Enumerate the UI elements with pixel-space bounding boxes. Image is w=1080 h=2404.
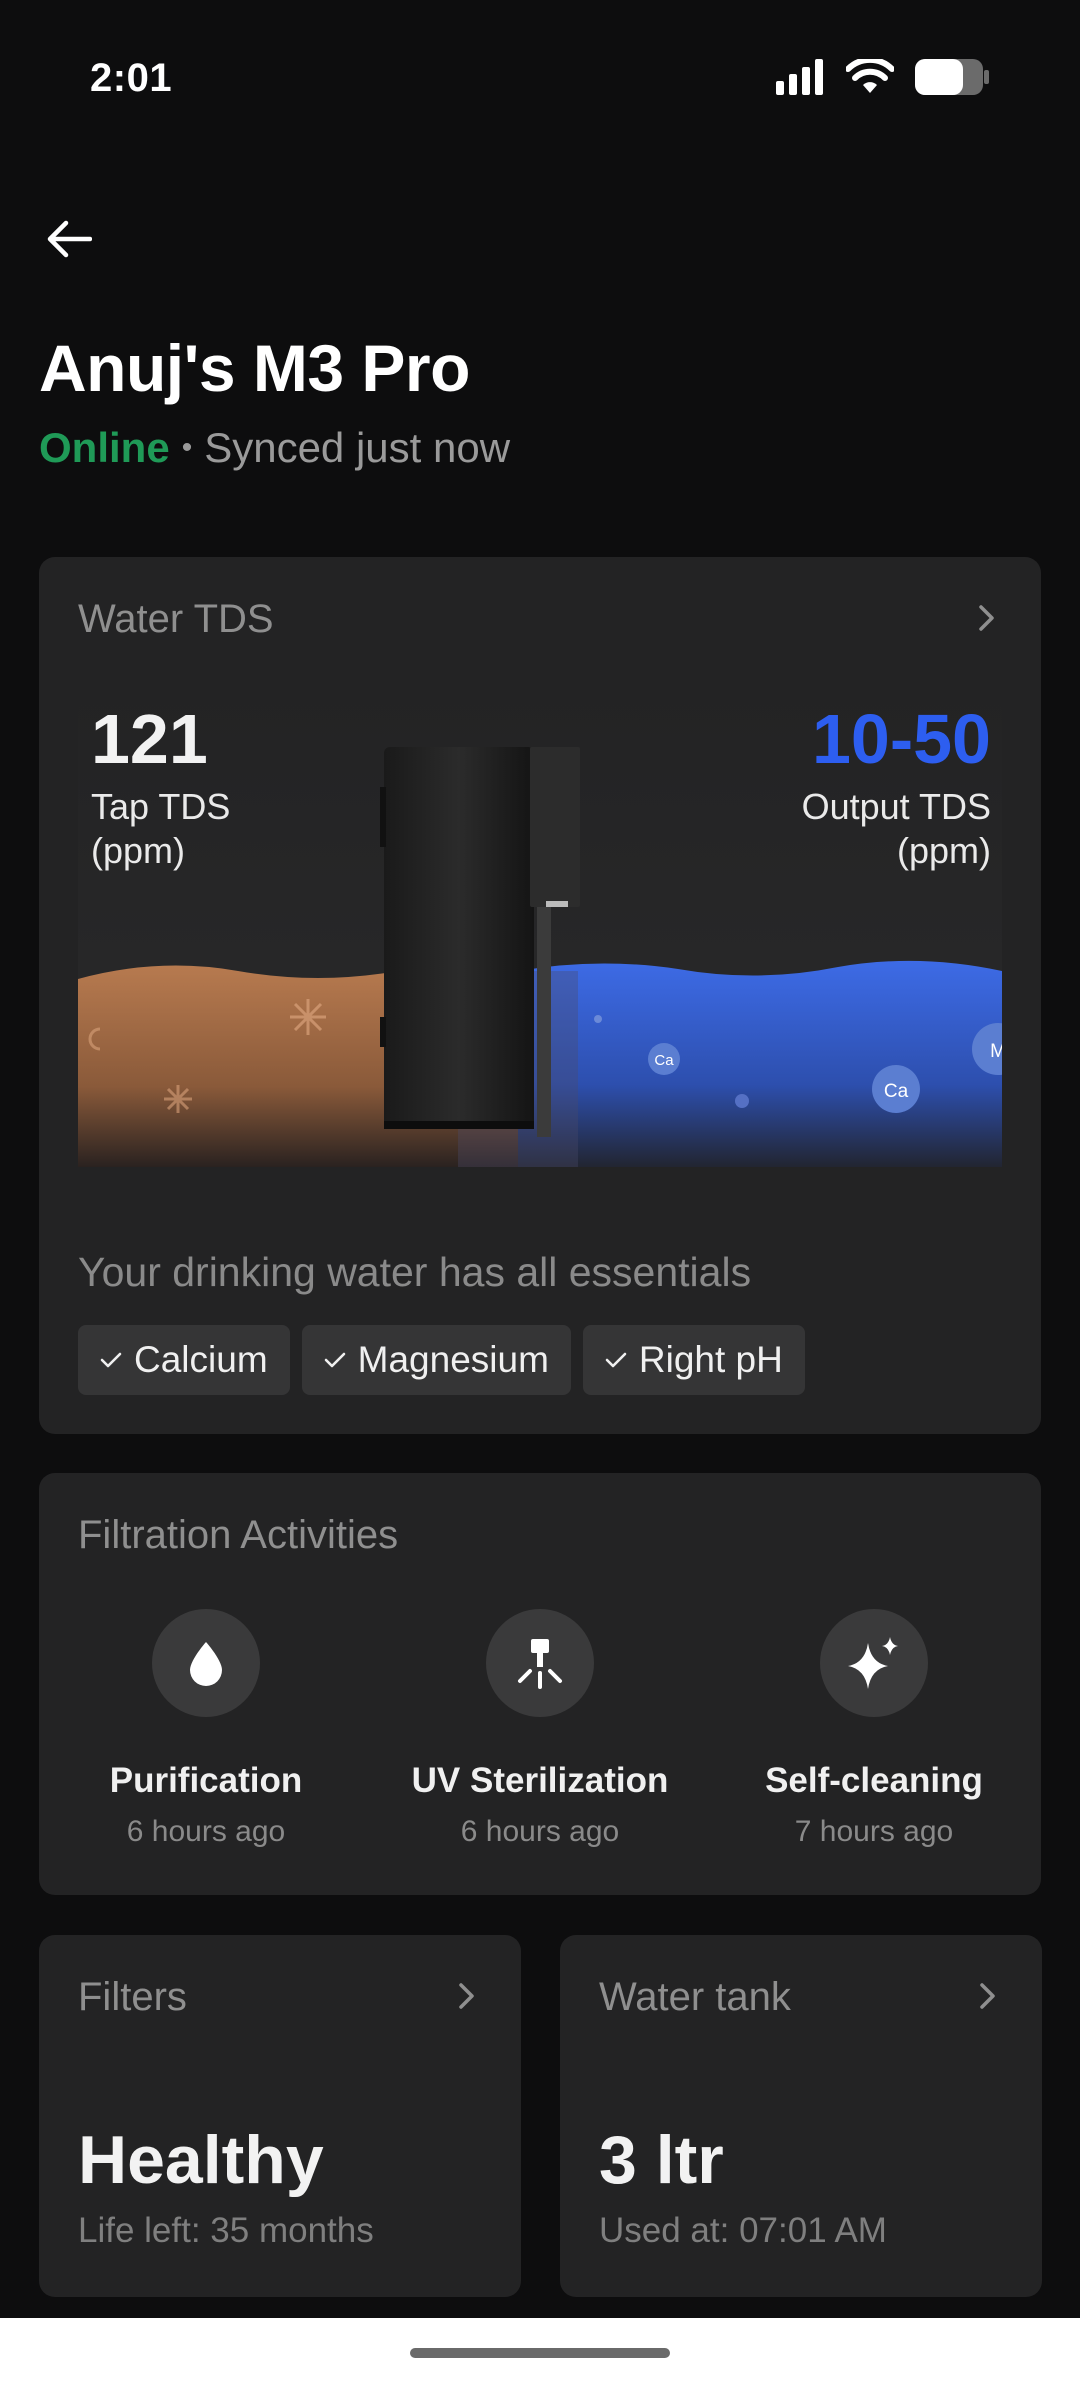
tap-tds-label-line1: Tap TDS (91, 786, 231, 827)
check-icon (605, 1352, 627, 1368)
back-button[interactable] (38, 208, 100, 270)
essential-chip-label: Right pH (638, 1339, 783, 1380)
essential-chip-label: Calcium (134, 1339, 268, 1380)
filters-card[interactable]: Filters Healthy Life left: 35 months (39, 1935, 521, 2297)
impurity-icon (164, 1085, 192, 1113)
activity-time: 6 hours ago (126, 1815, 286, 1848)
filtration-title: Filtration Activities (78, 1513, 399, 1557)
filters-status-value: Healthy (78, 2122, 324, 2198)
water-drop-icon (152, 1609, 260, 1717)
activity-name: Purification (109, 1761, 303, 1800)
essential-chip: Magnesium (301, 1325, 571, 1395)
separator-dot: • (181, 431, 193, 464)
water-tank-title: Water tank (599, 1975, 791, 2019)
output-tds-unit: (ppm) (896, 830, 991, 871)
purifier-device-image (380, 747, 580, 1137)
back-arrow-icon (47, 220, 92, 258)
check-icon (324, 1352, 345, 1368)
chevron-right-icon (459, 1983, 474, 2009)
output-tds-label-line1: Output TDS (801, 786, 991, 827)
activity-time: 7 hours ago (794, 1815, 954, 1848)
sparkle-icon (820, 1609, 928, 1717)
filtration-activities-card: Filtration Activities Purification 6 hou… (39, 1473, 1041, 1895)
tap-tds-label: Tap TDS (ppm) (91, 785, 230, 873)
water-tds-card[interactable]: Water TDS Ca Ca M 121 Tap TDS (ppm) 10-5… (39, 557, 1041, 1434)
filters-life-left: Life left: 35 months (78, 2211, 374, 2250)
essential-chip: Calcium (78, 1325, 290, 1395)
activities-list: Purification 6 hours ago UV Sterilizatio… (39, 1609, 1041, 1849)
activity-name: Self-cleaning (765, 1761, 983, 1800)
water-tank-value: 3 ltr (599, 2122, 724, 2198)
mineral-label: Ca (654, 1052, 674, 1069)
essential-chip-label: Magnesium (357, 1339, 549, 1380)
essentials-chips: Calcium Magnesium Right pH (78, 1325, 805, 1395)
system-navigation-bar (0, 2318, 1080, 2404)
impurity-icon (290, 999, 326, 1035)
essential-chip: Right pH (582, 1325, 805, 1395)
activity-time: 6 hours ago (460, 1815, 620, 1848)
signal-icon (776, 59, 823, 95)
output-tds-label: Output TDS (ppm) (802, 785, 991, 873)
mineral-label: Ca (884, 1081, 909, 1102)
essentials-text: Your drinking water has all essentials (78, 1249, 752, 1295)
tap-tds-value: 121 (91, 700, 208, 778)
water-tank-used-at: Used at: 07:01 AM (599, 2211, 887, 2250)
water-tds-title: Water TDS (78, 597, 274, 641)
filters-title: Filters (78, 1975, 187, 2019)
output-tds-value: 10-50 (811, 700, 991, 778)
uv-lamp-icon (486, 1609, 594, 1717)
device-status-line: Online • Synced just now (39, 424, 510, 472)
wifi-icon (846, 59, 894, 93)
chevron-right-icon (979, 605, 994, 631)
battery-icon (915, 59, 989, 95)
tap-tds-unit: (ppm) (91, 830, 186, 871)
status-icons (776, 58, 990, 96)
check-icon (100, 1352, 122, 1368)
status-bar: 2:01 (0, 0, 1080, 150)
page-title: Anuj's M3 Pro (39, 331, 470, 405)
water-tank-card[interactable]: Water tank 3 ltr Used at: 07:01 AM (560, 1935, 1042, 2297)
status-time: 2:01 (90, 56, 173, 100)
sync-status: Synced just now (204, 424, 511, 471)
online-status: Online (39, 424, 170, 471)
mineral-label: M (990, 1041, 1002, 1062)
activity-purification: Purification 6 hours ago (39, 1609, 373, 1849)
activity-uv-sterilization: UV Sterilization 6 hours ago (373, 1609, 707, 1849)
activity-self-cleaning: Self-cleaning 7 hours ago (707, 1609, 1041, 1849)
activity-name: UV Sterilization (411, 1761, 669, 1800)
chevron-right-icon (980, 1983, 995, 2009)
home-indicator[interactable] (410, 2348, 670, 2358)
